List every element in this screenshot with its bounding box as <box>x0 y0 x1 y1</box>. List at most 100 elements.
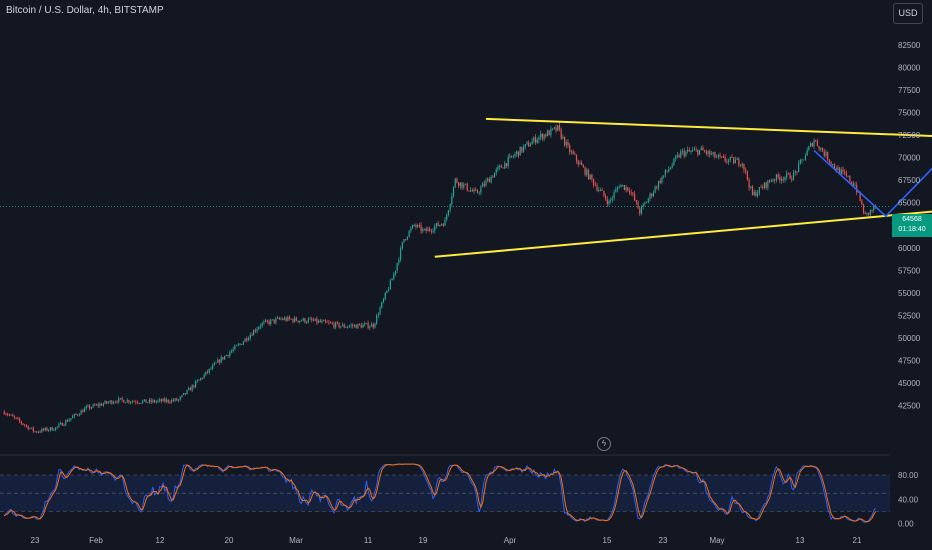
chart-canvas[interactable]: 42500 45000 47500 50000 52500 55000 57500 60000… <box>0 0 932 550</box>
candle-body <box>222 357 224 360</box>
candle-body <box>150 399 152 402</box>
candle-body <box>504 163 506 169</box>
candle-body <box>575 154 578 161</box>
candle-body <box>712 152 714 154</box>
price-tick-label: 72500 <box>898 131 921 140</box>
candle-body <box>459 182 461 187</box>
candle-body <box>379 307 381 315</box>
candle-body <box>242 341 245 345</box>
candle-body <box>365 322 368 324</box>
candle-body <box>275 318 277 323</box>
candle-body <box>446 215 448 220</box>
candle-body <box>789 173 791 179</box>
candle-body <box>87 405 89 407</box>
candle-body <box>729 157 731 160</box>
candle-body <box>32 427 34 432</box>
candle-body <box>358 323 361 325</box>
candle-body <box>176 398 178 401</box>
candle-body <box>823 151 825 156</box>
candle-body <box>606 199 608 204</box>
candle-body <box>271 319 274 321</box>
candle-body <box>753 191 755 195</box>
candle-body <box>181 394 183 397</box>
candle-body <box>68 419 70 422</box>
candle-body <box>656 186 658 189</box>
candle-body <box>533 137 535 142</box>
candle-body <box>44 427 46 431</box>
candle-body <box>121 398 123 400</box>
candle-body <box>567 141 569 146</box>
candle-body <box>784 177 786 180</box>
candle-body <box>794 171 796 173</box>
candle-body <box>813 140 815 147</box>
candle-body <box>411 225 414 229</box>
candle-body <box>109 400 111 403</box>
candle-body <box>517 151 520 156</box>
candle-body <box>577 160 579 165</box>
candle-body <box>798 163 800 172</box>
candle-body <box>338 322 340 328</box>
candle-body <box>60 422 62 425</box>
candle-body <box>598 190 600 191</box>
candle-body <box>355 325 357 329</box>
candle-body <box>594 184 596 186</box>
candle-body <box>746 171 748 180</box>
candle-body <box>405 239 407 240</box>
candle-body <box>471 190 473 192</box>
candle-body <box>705 151 707 154</box>
candle-body <box>816 140 819 147</box>
candle-body <box>690 151 692 152</box>
candle-body <box>307 319 309 323</box>
candle-body <box>37 431 40 433</box>
candle-body <box>253 330 255 336</box>
candle-body <box>152 400 154 402</box>
candle-body <box>540 133 542 137</box>
candle-body <box>681 150 684 152</box>
candle-body <box>266 320 268 322</box>
candle-body <box>417 224 419 227</box>
time-tick-label: Feb <box>89 536 103 545</box>
candle-body <box>239 343 241 345</box>
candle-body <box>762 187 764 189</box>
candle-body <box>534 137 537 143</box>
candle-body <box>864 212 866 215</box>
candle-body <box>507 157 509 166</box>
candle-body <box>521 146 523 152</box>
currency-button[interactable]: USD <box>893 3 923 24</box>
candle-body <box>205 371 207 375</box>
candle-body <box>367 322 369 329</box>
candle-body <box>647 198 649 203</box>
candle-body <box>584 167 586 175</box>
candle-body <box>463 184 465 188</box>
candle-body <box>452 186 455 197</box>
candle-body <box>381 301 383 308</box>
candle-body <box>336 322 338 324</box>
stoch-tick-label: 0.00 <box>898 520 914 529</box>
candle-body <box>782 178 784 180</box>
candle-body <box>837 167 839 171</box>
candle-body <box>541 133 543 140</box>
candle-body <box>323 320 325 322</box>
candle-body <box>613 192 615 199</box>
candle-body <box>820 147 822 150</box>
candle-body <box>738 158 740 166</box>
candle-body <box>608 200 610 204</box>
candle-body <box>799 160 801 164</box>
candle-body <box>256 329 258 332</box>
candle-body <box>319 320 321 323</box>
candle-body <box>126 400 128 403</box>
candle-body <box>20 421 22 424</box>
candle-body <box>796 171 798 173</box>
candle-body <box>601 189 603 191</box>
candle-body <box>545 134 547 137</box>
candle-body <box>300 320 303 322</box>
lightning-icon[interactable]: ϟ <box>597 437 611 451</box>
candle-body <box>329 322 332 324</box>
candle-body <box>716 156 718 158</box>
candle-body <box>42 428 45 431</box>
candle-body <box>686 149 689 152</box>
candle-body <box>546 130 549 137</box>
candle-body <box>791 178 793 180</box>
candle-body <box>779 177 781 181</box>
candle-body <box>244 338 246 342</box>
